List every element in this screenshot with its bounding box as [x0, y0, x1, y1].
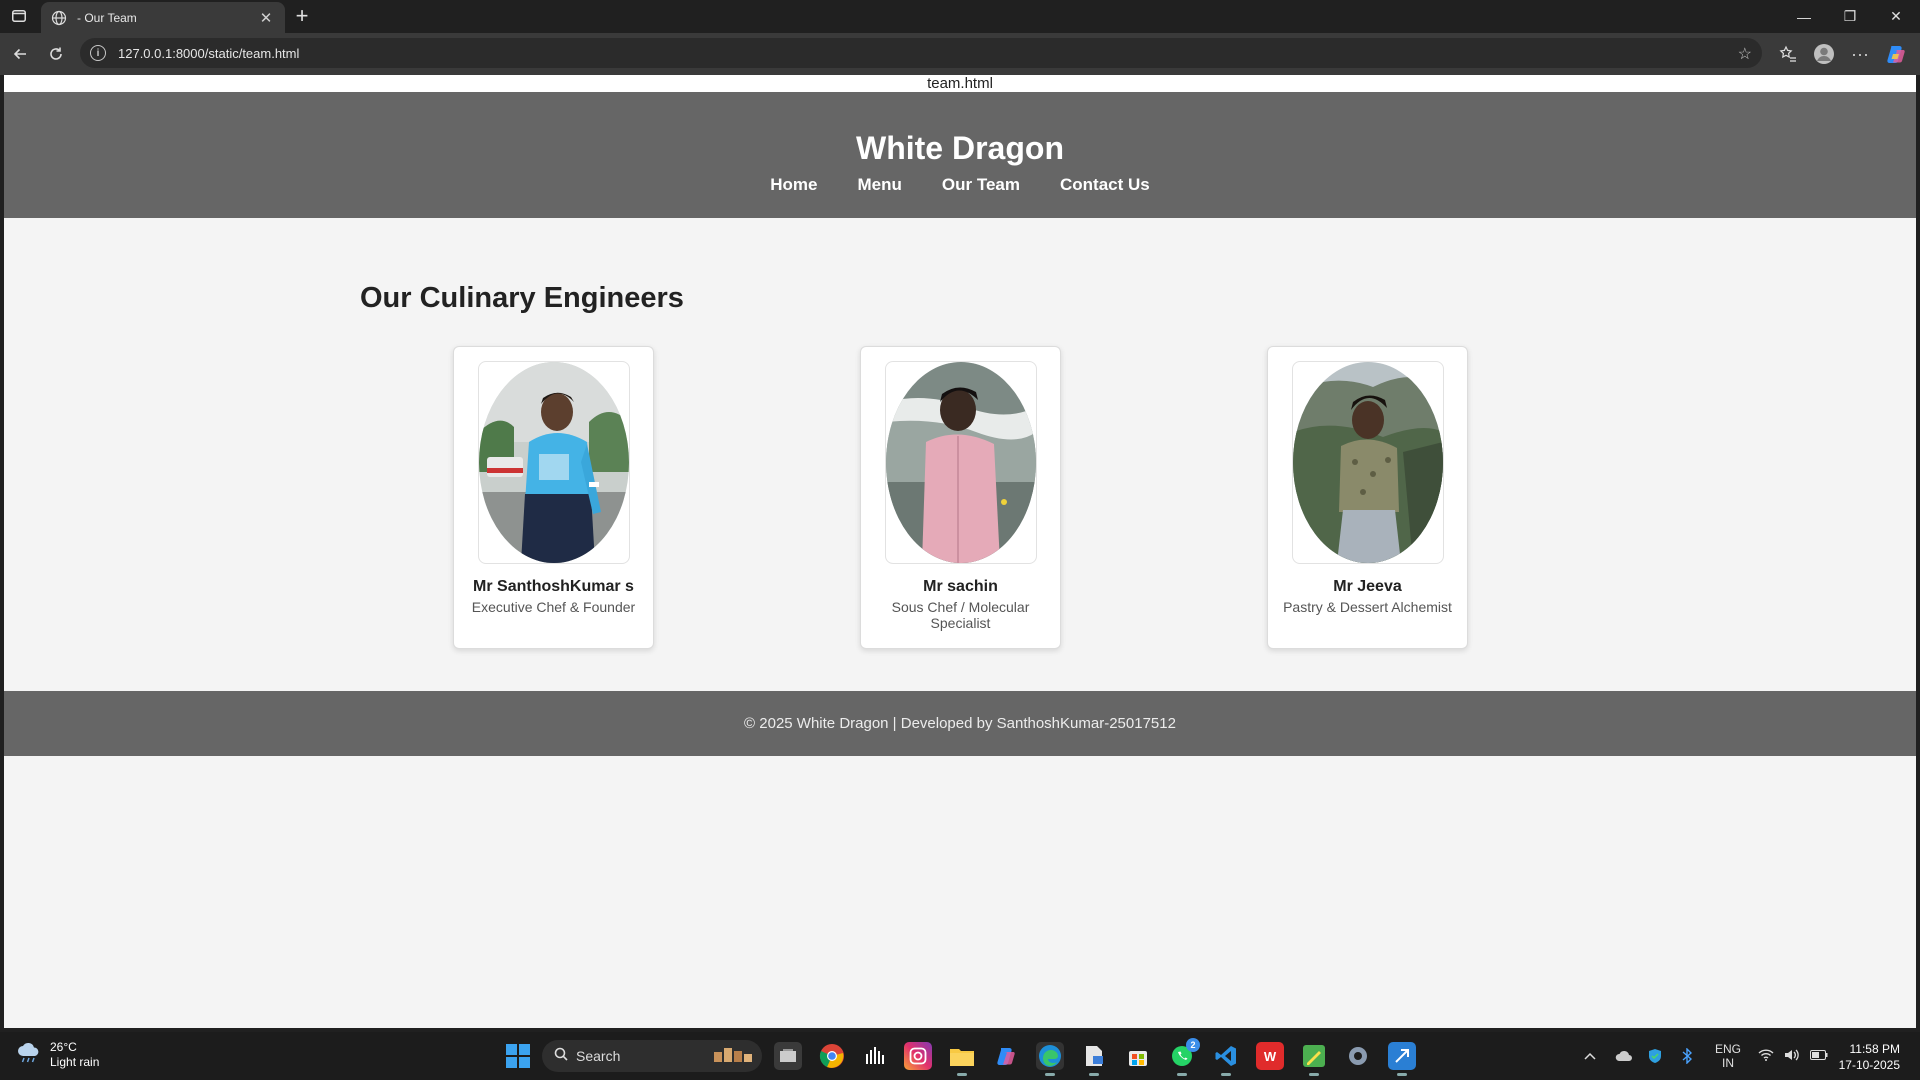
instagram-icon[interactable] [904, 1042, 932, 1070]
file-explorer-icon[interactable] [948, 1042, 976, 1076]
volume-icon [1784, 1048, 1800, 1065]
member-name: Mr SanthoshKumar s [473, 578, 634, 595]
search-label: Search [576, 1048, 621, 1064]
tab-our-team[interactable]: - Our Team ✕ [41, 2, 285, 33]
vscode-icon[interactable] [1212, 1042, 1240, 1076]
nav-home[interactable]: Home [770, 175, 817, 195]
system-clock[interactable]: 11:58 PM 17-10-2025 [1839, 1041, 1900, 1073]
team-member-photo [885, 362, 1036, 563]
globe-icon [51, 10, 67, 26]
refresh-icon[interactable] [44, 42, 68, 66]
clock-time: 11:58 PM [1849, 1042, 1900, 1056]
nav-contact-us[interactable]: Contact Us [1060, 175, 1150, 195]
whatsapp-icon[interactable]: 2 [1168, 1038, 1200, 1076]
profile-avatar[interactable] [1812, 42, 1836, 66]
member-role: Executive Chef & Founder [471, 599, 636, 615]
team-card: Mr Jeeva Pastry & Dessert Alchemist [1267, 346, 1468, 649]
site-header: White Dragon Home Menu Our Team Contact … [4, 92, 1916, 218]
windows-start-icon[interactable] [506, 1044, 530, 1073]
taskbar-search[interactable]: Search [542, 1040, 762, 1072]
wps-office-icon[interactable]: W [1256, 1042, 1284, 1070]
search-highlight-icon [712, 1044, 754, 1069]
lang-region: IN [1722, 1056, 1734, 1070]
site-nav: Home Menu Our Team Contact Us [4, 175, 1916, 195]
remote-desktop-icon[interactable] [1388, 1042, 1416, 1076]
restore-icon[interactable]: ❐ [1827, 0, 1873, 33]
address-bar[interactable]: i 127.0.0.1:8000/static/team.html ☆ [80, 38, 1762, 68]
photo-frame [884, 361, 1037, 564]
clock-date: 17-10-2025 [1838, 1058, 1900, 1072]
search-icon [554, 1047, 568, 1066]
photo-frame [477, 361, 630, 564]
battery-icon [1810, 1049, 1828, 1063]
paint-app-icon[interactable] [1300, 1042, 1328, 1076]
edge-icon[interactable] [1036, 1042, 1064, 1076]
site-title: White Dragon [856, 130, 1064, 166]
quick-settings[interactable] [1758, 1032, 1828, 1080]
team-member-photo [478, 362, 629, 563]
tab-title: - Our Team [77, 10, 137, 25]
weather-temp: 26°C [50, 1040, 77, 1054]
back-icon[interactable] [8, 42, 32, 66]
bluetooth-icon[interactable] [1682, 1032, 1692, 1080]
site-info-icon[interactable]: i [90, 45, 106, 61]
file-label: team.html [4, 75, 1916, 92]
team-section: Our Culinary Engineers Mr SanthoshKumar … [4, 218, 1916, 691]
chrome-icon[interactable] [818, 1042, 846, 1070]
section-title: Our Culinary Engineers [360, 282, 684, 314]
close-tab-icon[interactable]: ✕ [257, 9, 275, 27]
taskbar: 26°C Light rain Search 2 W ENG IN 11:58 … [0, 1032, 1920, 1080]
task-view-icon[interactable] [774, 1042, 802, 1070]
team-member-photo [1292, 362, 1443, 563]
team-card: Mr sachin Sous Chef / Molecular Speciali… [860, 346, 1061, 649]
audio-app-icon[interactable] [861, 1042, 889, 1070]
close-window-icon[interactable]: ✕ [1873, 0, 1919, 33]
security-shield-icon[interactable] [1648, 1032, 1662, 1080]
notification-badge: 2 [1186, 1038, 1200, 1052]
member-role: Pastry & Dessert Alchemist [1283, 599, 1452, 615]
file-app-icon[interactable] [1080, 1042, 1108, 1076]
page-viewport: team.html White Dragon Home Menu Our Tea… [4, 75, 1916, 1028]
minimize-icon[interactable]: — [1781, 0, 1827, 33]
favorite-star-icon[interactable]: ☆ [1738, 44, 1752, 64]
browser-toolbar: i 127.0.0.1:8000/static/team.html ☆ ··· [0, 33, 1920, 75]
weather-desc: Light rain [50, 1055, 100, 1069]
weather-widget[interactable]: 26°C Light rain [16, 1040, 99, 1070]
microsoft-store-icon[interactable] [1124, 1042, 1152, 1070]
rain-cloud-icon [16, 1042, 42, 1069]
nav-menu[interactable]: Menu [858, 175, 902, 195]
wifi-icon [1758, 1048, 1774, 1064]
copilot-icon[interactable] [1884, 42, 1908, 66]
member-role: Sous Chef / Molecular Specialist [891, 599, 1030, 631]
copilot-app-icon[interactable] [992, 1042, 1020, 1070]
new-tab-icon[interactable]: + [290, 5, 314, 29]
photo-frame [1291, 361, 1444, 564]
settings-icon[interactable] [1344, 1042, 1372, 1070]
site-footer: © 2025 White Dragon | Developed by Santh… [4, 691, 1916, 756]
tab-actions-icon[interactable] [8, 6, 30, 26]
url-text: 127.0.0.1:8000/static/team.html [118, 45, 300, 61]
nav-our-team[interactable]: Our Team [942, 175, 1020, 195]
browser-tab-bar: - Our Team ✕ + — ❐ ✕ [0, 0, 1920, 33]
team-card: Mr SanthoshKumar s Executive Chef & Foun… [453, 346, 654, 649]
member-name: Mr Jeeva [1333, 578, 1402, 595]
favorites-icon[interactable] [1776, 42, 1800, 66]
more-options-icon[interactable]: ··· [1848, 42, 1872, 66]
language-indicator[interactable]: ENG IN [1715, 1032, 1741, 1080]
lang-code: ENG [1715, 1042, 1742, 1056]
show-hidden-icons[interactable] [1584, 1032, 1596, 1080]
member-name: Mr sachin [923, 578, 998, 595]
onedrive-icon[interactable] [1615, 1032, 1633, 1080]
